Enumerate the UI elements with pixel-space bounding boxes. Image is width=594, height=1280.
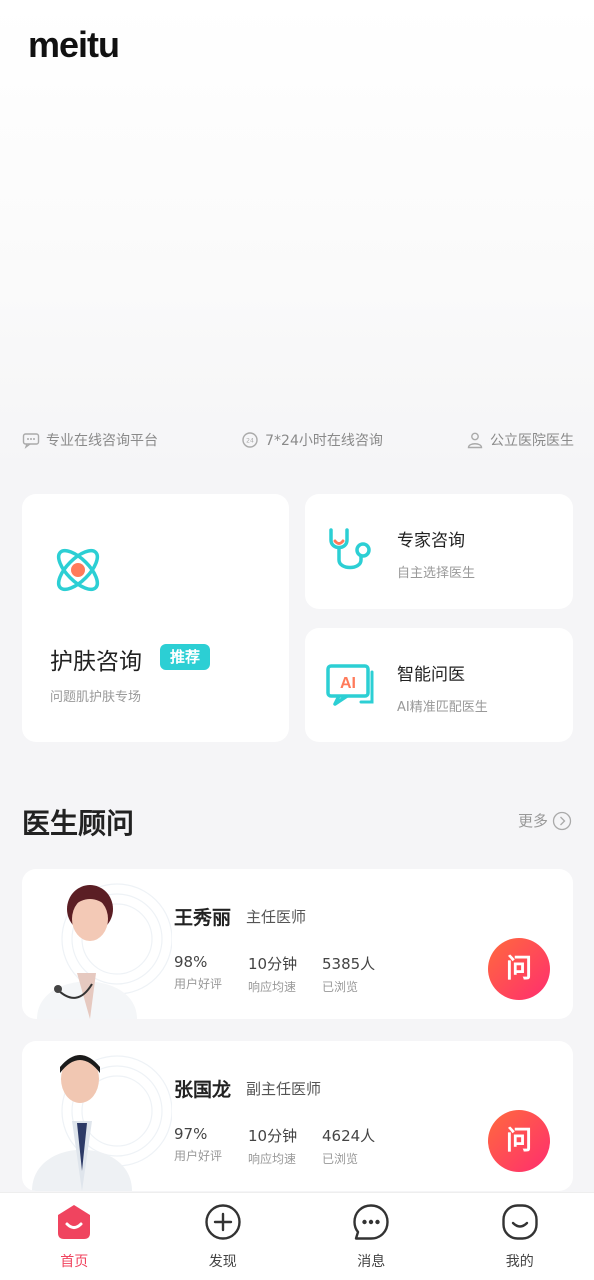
ai-consult-subtitle: AI精准匹配医生 <box>397 700 488 715</box>
tab-label: 首页 <box>60 1254 89 1270</box>
response-label: 响应均速 <box>248 980 297 994</box>
doctor-views: 4624人 已浏览 <box>322 1125 375 1167</box>
rating-label: 用户好评 <box>174 1149 223 1163</box>
doctor-response: 10分钟 响应均速 <box>248 953 297 995</box>
tab-label: 我的 <box>505 1254 534 1270</box>
recommend-badge: 推荐 <box>160 644 211 670</box>
profile-icon <box>502 1204 538 1240</box>
ai-icon-text: AI <box>340 675 356 692</box>
skin-consult-card[interactable]: 护肤咨询 推荐 问题肌护肤专场 <box>22 494 289 742</box>
views-label: 已浏览 <box>322 980 359 994</box>
views-value: 4624人 <box>322 1127 376 1145</box>
views-value: 5385人 <box>322 955 376 973</box>
doctor-rank: 主任医师 <box>246 908 307 926</box>
response-value: 10分钟 <box>248 955 298 973</box>
expert-consult-subtitle: 自主选择医生 <box>397 566 476 581</box>
svg-text:24: 24 <box>246 438 254 445</box>
response-label: 响应均速 <box>248 1152 297 1166</box>
ask-button[interactable]: 问 <box>488 938 550 1000</box>
skin-consult-subtitle: 问题肌护肤专场 <box>50 690 142 705</box>
feature-label: 专业在线咨询平台 <box>46 433 158 449</box>
doctor-icon <box>467 432 483 449</box>
tab-messages[interactable]: 消息 <box>297 1193 446 1280</box>
ai-consult-card[interactable]: AI 智能问医 AI精准匹配医生 <box>305 628 573 742</box>
doctor-rating: 97% 用户好评 <box>174 1125 222 1164</box>
feature-item: 公立医院医生 <box>466 430 574 450</box>
tab-label: 发现 <box>208 1254 237 1270</box>
chevron-right-icon <box>552 811 572 830</box>
plus-circle-icon <box>205 1204 241 1240</box>
skin-consult-title: 护肤咨询 <box>50 649 142 675</box>
feature-item: 24 7*24小时在线咨询 <box>241 430 383 450</box>
doctor-rank: 副主任医师 <box>246 1080 322 1098</box>
doctor-name: 王秀丽 <box>174 907 232 929</box>
doctor-card[interactable]: 张国龙 副主任医师 97% 用户好评 10分钟 响应均速 4624人 已浏览 问 <box>22 1041 573 1191</box>
feature-strip: 专业在线咨询平台 24 7*24小时在线咨询 公立医院医生 <box>22 428 574 452</box>
doctor-card[interactable]: 王秀丽 主任医师 98% 用户好评 10分钟 响应均速 5385人 已浏览 问 <box>22 869 573 1019</box>
feature-item: 专业在线咨询平台 <box>22 430 158 450</box>
rating-value: 97% <box>174 1125 208 1143</box>
ask-button[interactable]: 问 <box>488 1110 550 1172</box>
doctors-section-title: 医生顾问 <box>22 807 135 840</box>
tab-discover[interactable]: 发现 <box>149 1193 298 1280</box>
clock-24-icon: 24 <box>242 432 258 448</box>
feature-label: 7*24小时在线咨询 <box>265 433 383 449</box>
feature-label: 公立医院医生 <box>489 433 574 449</box>
tab-home[interactable]: 首页 <box>0 1193 149 1280</box>
doctor-photo <box>32 1055 172 1191</box>
more-label: 更多 <box>518 812 549 830</box>
response-value: 10分钟 <box>248 1127 298 1145</box>
rating-label: 用户好评 <box>174 977 223 991</box>
bottom-tab-bar: 首页 发现 消息 我的 <box>0 1192 594 1280</box>
message-icon <box>353 1204 389 1240</box>
stethoscope-icon <box>329 528 371 570</box>
expert-consult-title: 专家咨询 <box>397 531 465 551</box>
doctor-photo <box>37 883 172 1019</box>
expert-consult-card[interactable]: 专家咨询 自主选择医生 <box>305 494 573 609</box>
hero-banner <box>0 0 594 470</box>
doctor-rating: 98% 用户好评 <box>174 953 222 992</box>
atom-icon <box>56 548 100 592</box>
doctor-response: 10分钟 响应均速 <box>248 1125 297 1167</box>
rating-value: 98% <box>174 953 208 971</box>
home-icon <box>58 1205 91 1239</box>
views-label: 已浏览 <box>322 1152 359 1166</box>
ai-chat-icon: AI <box>326 664 374 706</box>
chat-icon <box>22 433 40 449</box>
tab-profile[interactable]: 我的 <box>446 1193 594 1280</box>
meitu-logo: meitu <box>28 24 120 65</box>
doctor-views: 5385人 已浏览 <box>322 953 375 995</box>
ai-consult-title: 智能问医 <box>397 665 465 685</box>
doctor-name: 张国龙 <box>174 1079 232 1101</box>
more-link[interactable]: 更多 <box>518 810 572 831</box>
tab-label: 消息 <box>357 1254 386 1270</box>
